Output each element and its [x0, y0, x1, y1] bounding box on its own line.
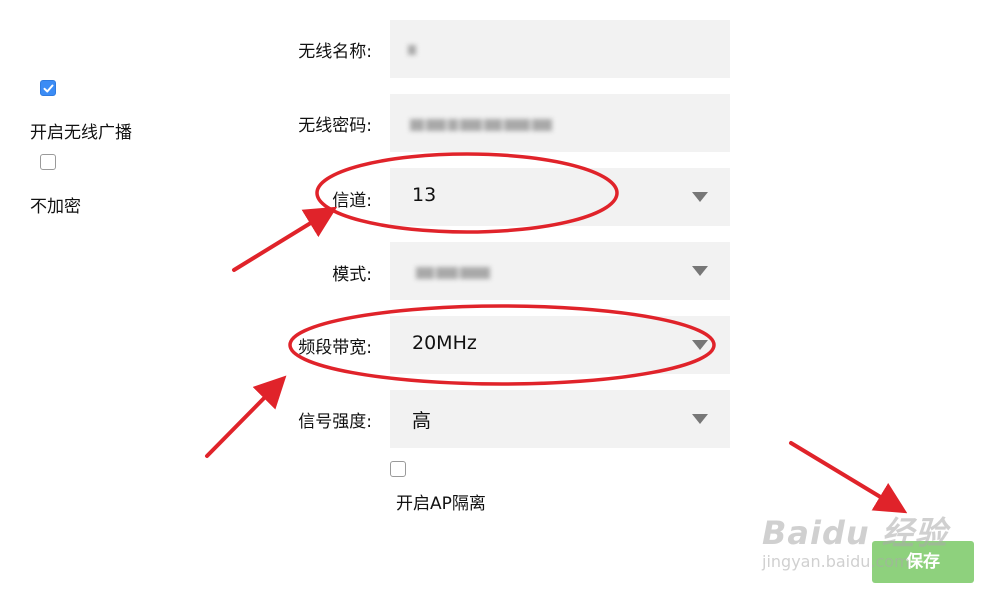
save-button[interactable]: 保存 [872, 541, 974, 583]
password-redacted-value [410, 116, 554, 135]
signal-strength-label: 信号强度: [298, 412, 372, 432]
password-input[interactable] [390, 94, 730, 152]
ssid-redacted-value [408, 40, 418, 59]
chevron-down-icon [692, 414, 708, 424]
no-encryption-checkbox[interactable] [40, 154, 56, 170]
check-icon [43, 84, 54, 93]
chevron-down-icon [692, 340, 708, 350]
bandwidth-label: 频段带宽: [298, 338, 372, 358]
signal-strength-value: 高 [412, 410, 432, 432]
chevron-down-icon [692, 266, 708, 276]
signal-strength-select[interactable]: 高 [390, 390, 730, 448]
mode-select[interactable] [390, 242, 730, 300]
broadcast-checkbox[interactable] [40, 80, 56, 96]
channel-select[interactable]: 13 [390, 168, 730, 226]
ap-isolation-label: 开启AP隔离 [396, 494, 486, 514]
chevron-down-icon [692, 192, 708, 202]
mode-redacted-value [416, 264, 492, 283]
mode-label: 模式: [332, 265, 372, 285]
no-encryption-label: 不加密 [30, 197, 81, 217]
broadcast-label: 开启无线广播 [30, 123, 132, 143]
channel-label: 信道: [332, 191, 372, 211]
password-label: 无线密码: [298, 116, 372, 136]
arrow-to-save [789, 441, 908, 514]
bandwidth-value: 20MHz [412, 332, 477, 354]
ssid-input[interactable] [390, 20, 730, 78]
channel-value: 13 [412, 184, 437, 206]
wireless-settings-page: 开启无线广播 不加密 无线名称: 无线密码: 信道: 13 模式: 频段带宽: … [0, 0, 1000, 593]
bandwidth-select[interactable]: 20MHz [390, 316, 730, 374]
ap-isolation-checkbox[interactable] [390, 461, 406, 477]
ssid-label: 无线名称: [298, 42, 372, 62]
